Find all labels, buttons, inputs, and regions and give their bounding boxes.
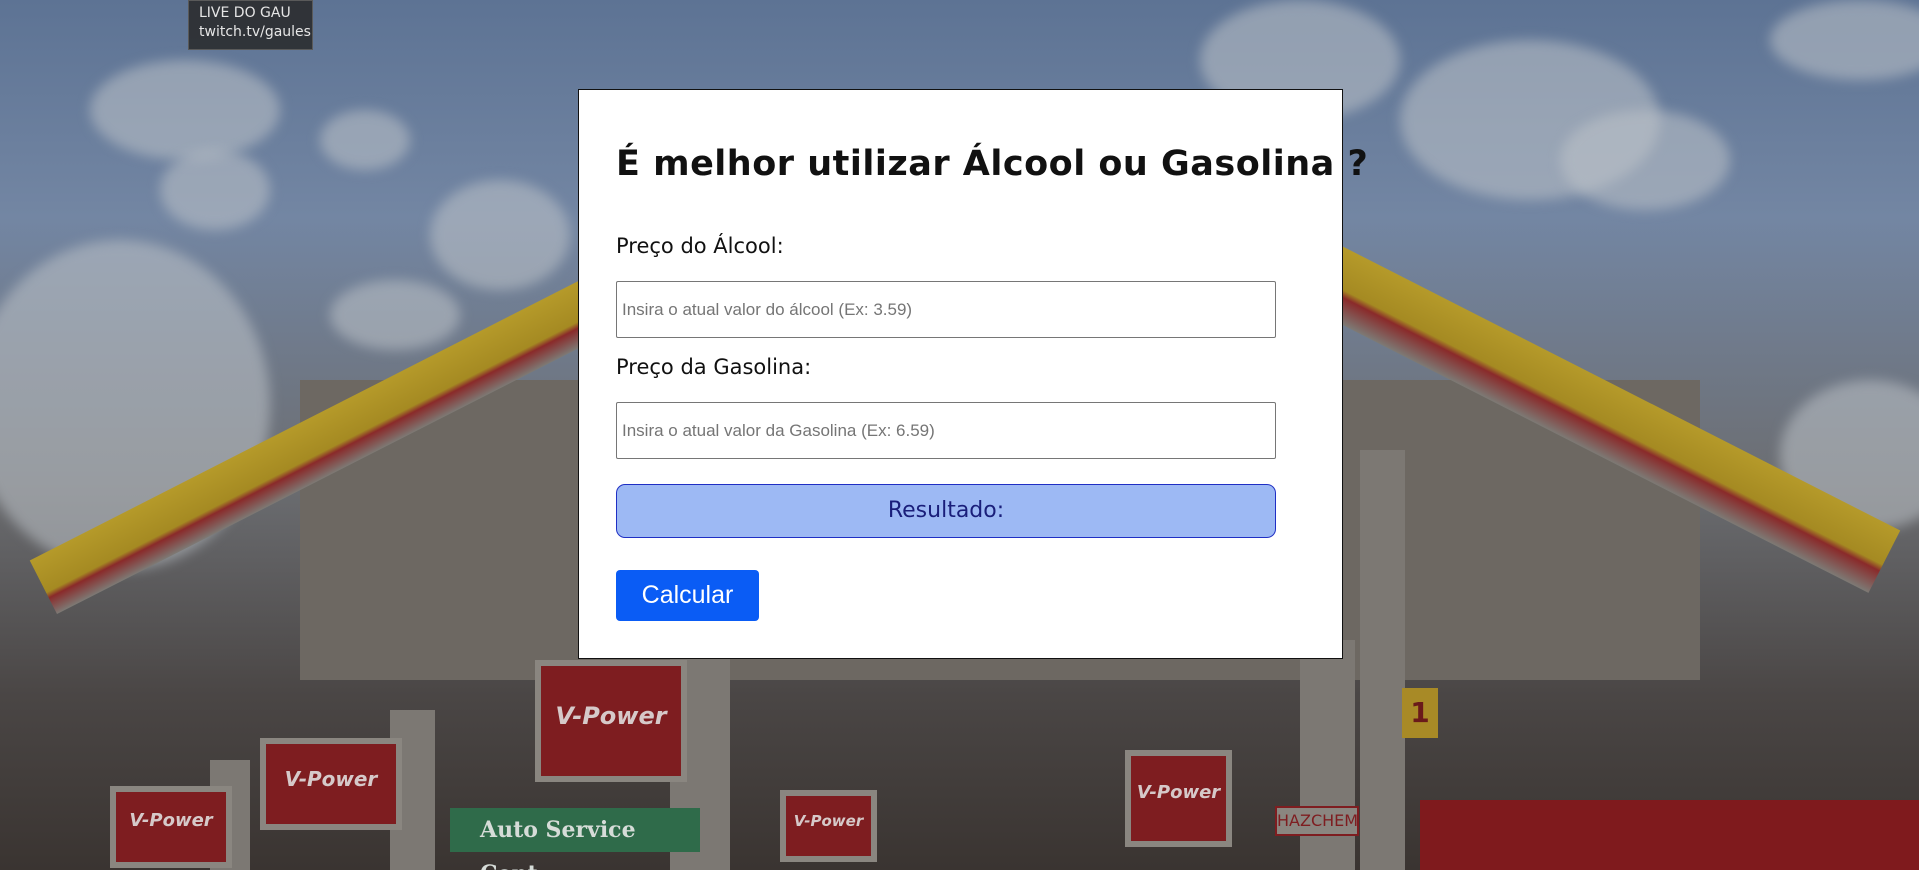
vpower-sign: V-Power: [260, 738, 402, 830]
overlay-url: twitch.tv/gaules: [199, 24, 311, 40]
shop-building: [1420, 800, 1919, 870]
vpower-sign: V-Power: [535, 660, 687, 782]
calculator-card: É melhor utilizar Álcool ou Gasolina ? P…: [578, 89, 1368, 659]
cloud: [430, 180, 570, 290]
overlay-title: LIVE DO GAU: [199, 5, 291, 21]
vpower-sign: V-Power: [110, 786, 232, 868]
cloud: [330, 280, 460, 350]
calculate-button[interactable]: Calcular: [616, 570, 759, 621]
pillar: [1360, 450, 1405, 870]
pump-number-sign: 1: [1402, 688, 1438, 738]
gasolina-price-label: Preço da Gasolina:: [616, 355, 812, 379]
page-title: É melhor utilizar Álcool ou Gasolina ?: [616, 144, 1369, 184]
vpower-sign: V-Power: [1125, 750, 1232, 847]
auto-service-banner: Auto Service Cent: [450, 808, 700, 870]
result-box: Resultado:: [616, 484, 1276, 538]
cloud: [1560, 110, 1730, 210]
cloud: [160, 150, 270, 230]
cloud: [90, 60, 280, 160]
alcool-price-label: Preço do Álcool:: [616, 234, 784, 258]
cloud: [320, 110, 410, 170]
alcool-price-input[interactable]: [616, 281, 1276, 338]
gasolina-price-input[interactable]: [616, 402, 1276, 459]
hazchem-sign: HAZCHEM: [1275, 806, 1359, 836]
stream-overlay-tag: LIVE DO GAU twitch.tv/gaules: [188, 0, 313, 50]
cloud: [1770, 0, 1919, 80]
vpower-sign: V-Power: [780, 790, 877, 862]
